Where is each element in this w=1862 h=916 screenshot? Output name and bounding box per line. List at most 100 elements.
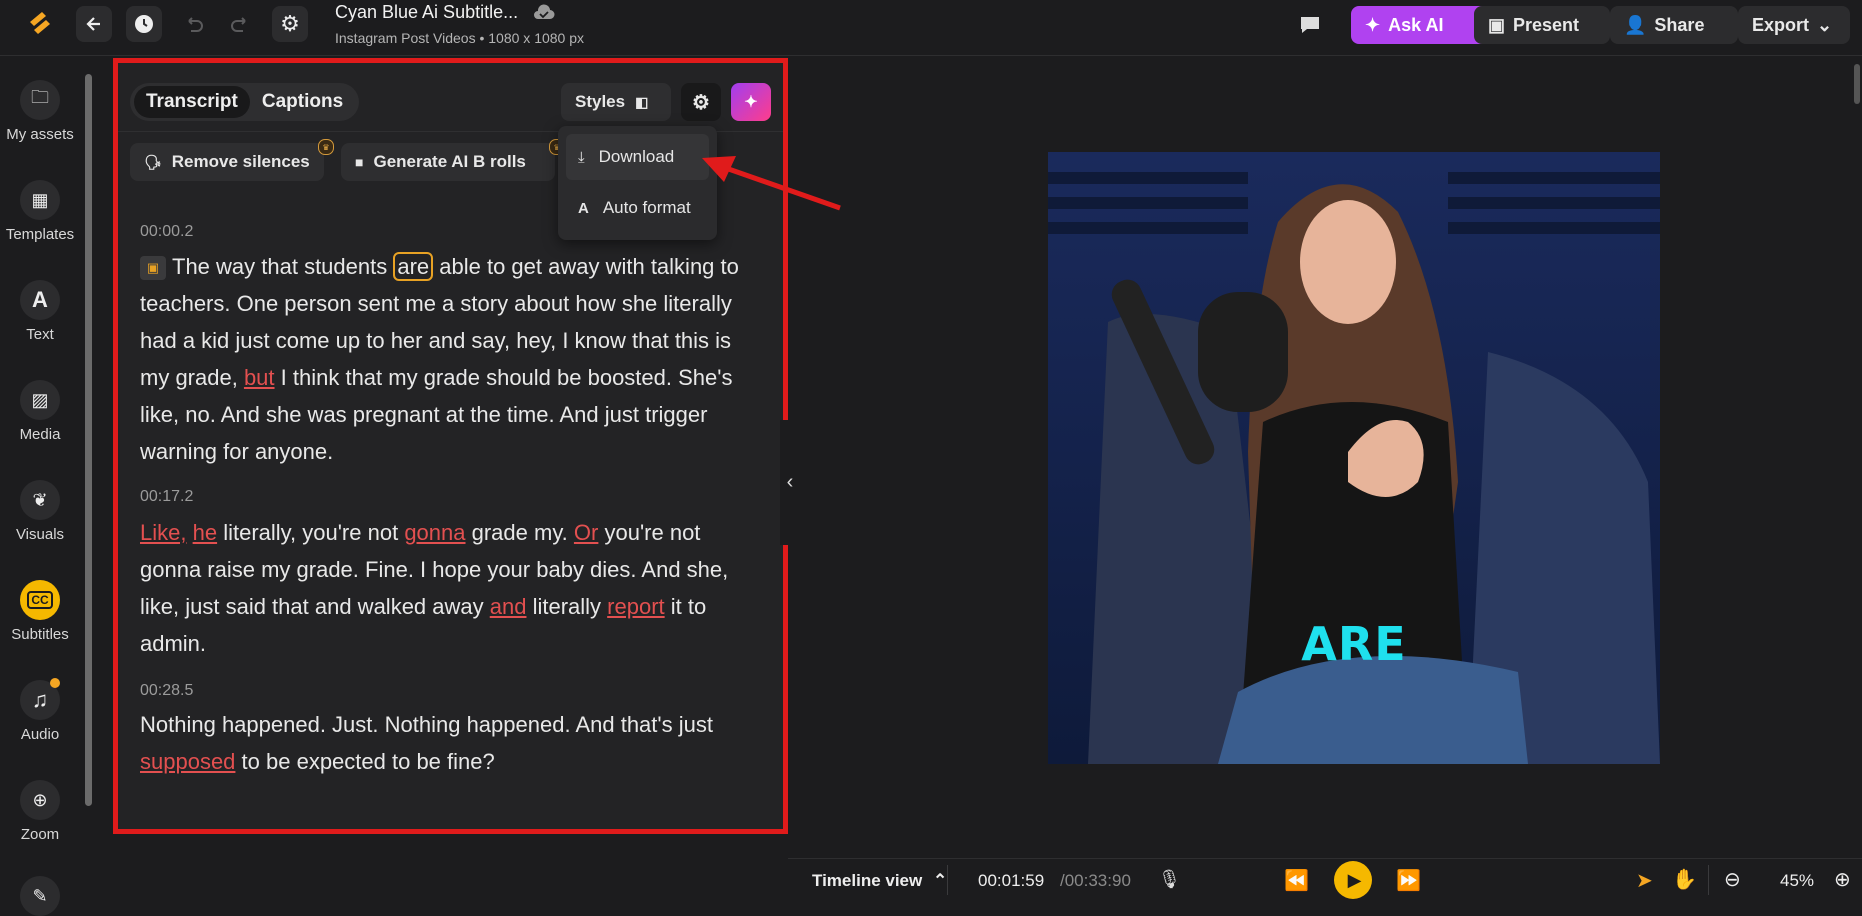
zoom-in-icon[interactable]: ⊕ <box>1834 867 1851 892</box>
crown-icon: ♛ <box>318 139 334 155</box>
folder-icon: 🗀 <box>20 80 60 120</box>
sidebar-item-subtitles[interactable]: CC Subtitles <box>0 580 80 643</box>
history-button[interactable] <box>126 6 162 42</box>
transcript-settings-button[interactable]: ⚙ <box>681 83 721 121</box>
transcript-paragraph[interactable]: Like, he literally, you're not gonna gra… <box>140 514 750 662</box>
notification-dot <box>50 678 60 688</box>
sidebar-item-audio[interactable]: ♫ Audio <box>0 678 80 743</box>
total-time: /00:33:90 <box>1060 871 1131 890</box>
video-camera-icon: ■ <box>355 154 364 170</box>
chevron-down-icon: ⌄ <box>1817 14 1833 35</box>
segment-timestamp[interactable]: 00:00.2 <box>140 223 193 241</box>
sidebar-item-label: Visuals <box>15 526 65 543</box>
music-icon: ♫ <box>20 678 60 720</box>
cursor-icon[interactable]: ➤ <box>1636 868 1653 893</box>
sidebar-item-label: Subtitles <box>11 626 69 643</box>
current-time: 00:01:59 <box>978 871 1045 890</box>
text-icon: A <box>20 280 60 320</box>
download-menu-item[interactable]: ⤓ Download <box>566 134 709 180</box>
sidebar-item-my-assets[interactable]: 🗀 My assets <box>0 80 80 143</box>
sidebar-item-more[interactable]: ✎ <box>0 876 80 916</box>
remove-silences-button[interactable]: 🗣 Remove silences <box>130 143 324 181</box>
sidebar-item-label: Media <box>19 426 61 443</box>
canvas-scrollbar[interactable] <box>1854 64 1860 104</box>
styles-icon: ◧ <box>635 93 649 110</box>
image-icon: ▨ <box>20 380 60 420</box>
sidebar-item-label: Audio <box>20 726 60 743</box>
hand-icon[interactable]: ✋ <box>1672 867 1697 892</box>
zoom-out-icon[interactable]: ⊖ <box>1724 867 1741 892</box>
settings-button[interactable]: ⚙ <box>272 6 308 42</box>
annotation-arrow <box>702 156 841 211</box>
clock-icon <box>135 15 153 33</box>
download-icon: ⤓ <box>578 148 585 166</box>
back-button[interactable] <box>76 6 112 42</box>
undo-button[interactable] <box>176 6 212 42</box>
project-title[interactable]: Cyan Blue Ai Subtitle... <box>335 2 518 23</box>
microphone-icon[interactable]: 🎙 <box>1158 869 1181 890</box>
transcript-paragraph[interactable]: Nothing happened. Just. Nothing happened… <box>140 706 750 780</box>
share-label: Share <box>1654 14 1705 35</box>
present-icon: ▣ <box>1488 14 1506 35</box>
play-button[interactable]: ▶ <box>1334 861 1372 899</box>
ask-ai-button[interactable]: ✦ Ask AI <box>1351 6 1494 44</box>
chevron-up-icon: ⌃ <box>932 871 948 890</box>
timeline-view-toggle[interactable]: Timeline view ⌃ <box>812 871 947 891</box>
zoom-in-icon: ⊕ <box>20 780 60 820</box>
sidebar-item-visuals[interactable]: ❦ Visuals <box>0 480 80 543</box>
timeline-bar: Timeline view ⌃ 00:01:59 /00:33:90 🎙 ⏪ ▶… <box>788 858 1862 902</box>
export-label: Export <box>1752 14 1810 35</box>
sidebar-scrollbar[interactable] <box>82 58 94 901</box>
sidebar-item-text[interactable]: A Text <box>0 280 80 343</box>
tab-captions[interactable]: Captions <box>250 86 355 118</box>
cloud-saved-icon <box>533 4 555 25</box>
redo-button[interactable] <box>222 6 258 42</box>
styles-button[interactable]: Styles ◧ <box>561 83 671 121</box>
play-icon: ▶ <box>1347 869 1362 890</box>
top-bar: ⚙ Cyan Blue Ai Subtitle... Instagram Pos… <box>0 0 1862 56</box>
video-caption[interactable]: ARE <box>1048 617 1660 671</box>
redo-icon <box>231 17 246 32</box>
zoom-level[interactable]: 45% <box>1780 871 1814 891</box>
logo-icon[interactable] <box>24 8 56 45</box>
panel-tabs: Transcript Captions <box>130 83 360 121</box>
sidebar-item-label: Text <box>26 326 54 343</box>
download-label: Download <box>598 147 675 166</box>
share-button[interactable]: 👤 Share <box>1610 6 1738 44</box>
gear-icon: ⚙ <box>692 91 710 114</box>
auto-format-menu-item[interactable]: A Auto format <box>566 185 709 231</box>
comment-icon[interactable] <box>1298 14 1322 41</box>
sparkle-icon: ✦ <box>1365 14 1381 35</box>
export-button[interactable]: Export ⌄ <box>1738 6 1850 44</box>
add-user-icon: 👤 <box>1624 14 1647 35</box>
video-preview[interactable]: ARE <box>1048 152 1660 764</box>
divider <box>947 865 948 895</box>
scrollbar-thumb[interactable] <box>85 74 92 806</box>
auto-format-label: Auto format <box>602 198 691 217</box>
tab-transcript[interactable]: Transcript <box>134 86 250 118</box>
present-button[interactable]: ▣ Present <box>1474 6 1610 44</box>
magic-ai-button[interactable]: ✦ <box>731 83 771 121</box>
sidebar-item-templates[interactable]: ▦ Templates <box>0 180 80 243</box>
divider <box>1708 865 1709 895</box>
generate-broll-label: Generate AI B rolls <box>373 152 526 171</box>
rewind-icon[interactable]: ⏪ <box>1284 868 1309 893</box>
transcript-paragraph[interactable]: ▣ The way that students are able to get a… <box>140 248 750 470</box>
sidebar-item-zoom[interactable]: ⊕ Zoom <box>0 780 80 843</box>
segment-timestamp[interactable]: 00:28.5 <box>140 682 193 700</box>
segment-timestamp[interactable]: 00:17.2 <box>140 488 193 506</box>
pen-icon: ✎ <box>20 876 60 916</box>
ask-ai-label: Ask AI <box>1388 14 1444 35</box>
collapse-panel-handle[interactable]: ‹ <box>780 420 800 545</box>
generate-broll-button[interactable]: ■ Generate AI B rolls <box>341 143 555 181</box>
current-word[interactable]: are <box>393 252 434 281</box>
undo-icon <box>188 17 203 32</box>
sidebar-item-label: My assets <box>6 126 74 143</box>
sidebar-item-media[interactable]: ▨ Media <box>0 380 80 443</box>
cc-icon: CC <box>20 580 60 620</box>
left-sidebar: 🗀 My assets ▦ Templates A Text ▨ Media ❦… <box>0 56 80 916</box>
fast-forward-icon[interactable]: ⏩ <box>1396 868 1421 893</box>
arrow-left-icon <box>86 17 100 31</box>
project-subtitle: Instagram Post Videos • 1080 x 1080 px <box>335 30 585 46</box>
image-placeholder-icon[interactable]: ▣ <box>140 256 166 281</box>
